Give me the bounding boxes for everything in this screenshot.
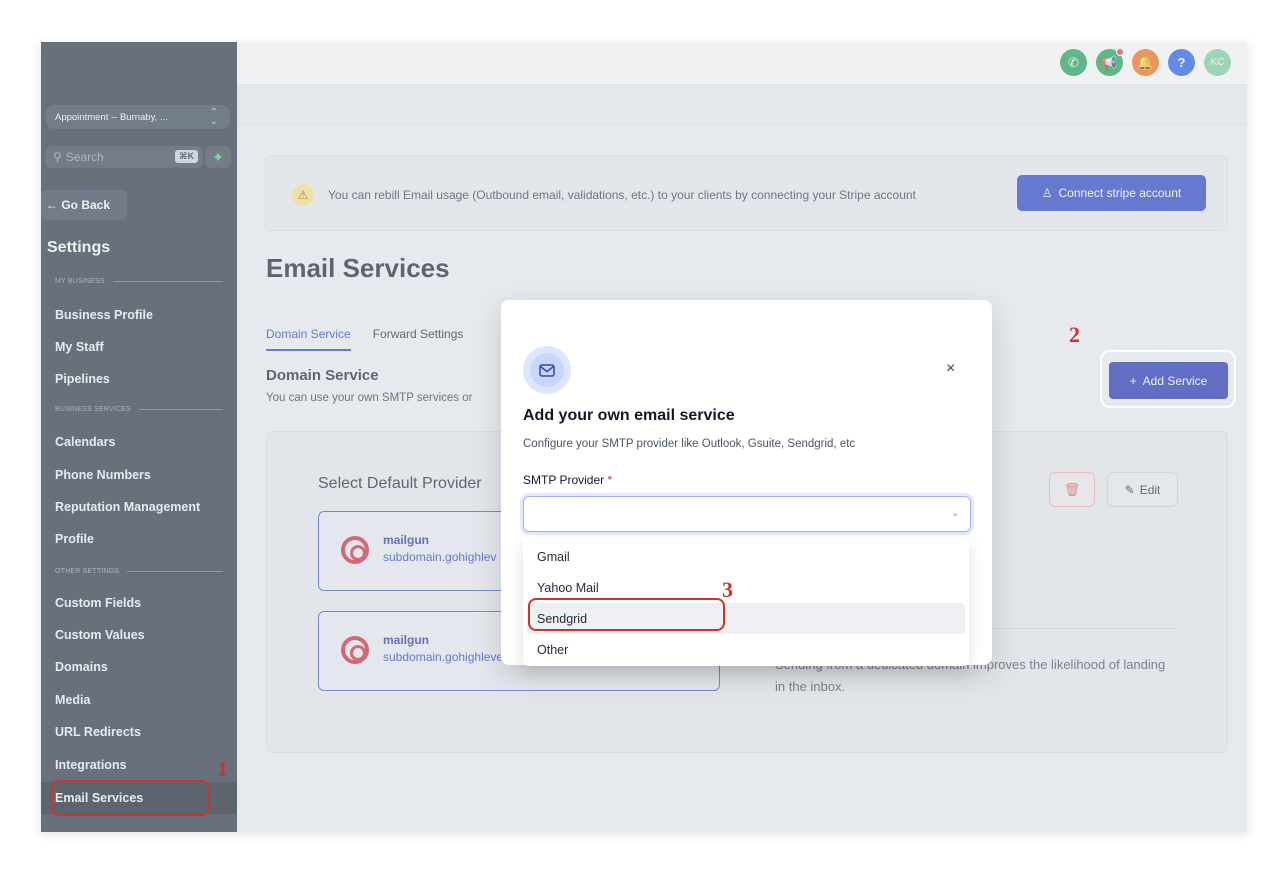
app-window: Appointment -- Burnaby, ... ⌃ ⌄ ⚲ Search …	[41, 42, 1247, 832]
annotation-box-2	[1100, 350, 1236, 408]
annotation-number-1: 1	[217, 756, 228, 781]
option-other[interactable]: Other	[527, 634, 965, 665]
modal-title: Add your own email service	[523, 407, 735, 424]
annotation-box-3	[528, 598, 725, 631]
option-gmail[interactable]: Gmail	[527, 541, 965, 572]
annotation-number-3: 3	[722, 577, 733, 602]
annotation-box-1	[51, 780, 210, 816]
annotation-number-2: 2	[1069, 322, 1080, 347]
smtp-provider-select[interactable]: ⌄	[523, 496, 971, 532]
smtp-provider-label: SMTP Provider *	[523, 473, 613, 487]
required-mark: *	[607, 473, 613, 487]
close-icon[interactable]: ×	[946, 360, 955, 378]
mail-icon	[523, 346, 571, 394]
chevron-down-icon: ⌄	[950, 507, 960, 519]
modal-subtitle: Configure your SMTP provider like Outloo…	[523, 438, 856, 450]
